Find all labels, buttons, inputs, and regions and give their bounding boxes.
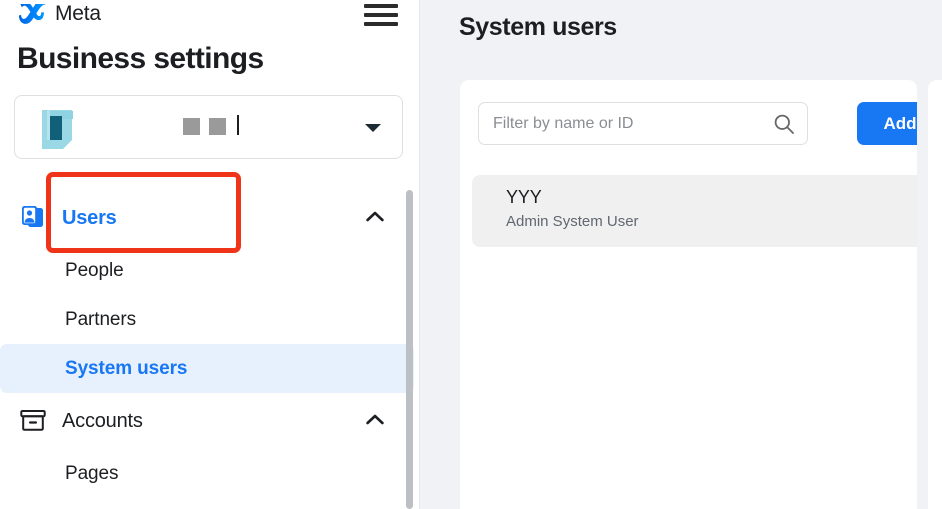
chevron-down-icon xyxy=(365,124,381,132)
system-user-role: Admin System User xyxy=(506,213,639,230)
hamburger-menu-icon[interactable] xyxy=(364,3,398,29)
search-input[interactable] xyxy=(478,102,808,145)
sidebar-group-label: Users xyxy=(62,206,117,229)
business-selector[interactable] xyxy=(14,95,403,159)
sidebar-item-pages[interactable]: Pages xyxy=(0,449,420,498)
text-caret xyxy=(237,114,239,135)
users-badge-icon xyxy=(18,203,48,233)
sidebar-item-label: Pages xyxy=(65,462,119,484)
sidebar-group-users[interactable]: Users xyxy=(0,190,420,246)
sidebar-group-accounts[interactable]: Accounts xyxy=(0,393,420,449)
business-settings-screen: Meta Business settings Users People Part… xyxy=(0,0,942,509)
sidebar-item-label: People xyxy=(65,259,124,281)
filter-field xyxy=(478,102,808,145)
business-avatar-icon xyxy=(42,110,73,149)
sidebar-item-people[interactable]: People xyxy=(0,246,420,295)
add-button[interactable]: Add xyxy=(857,102,917,145)
redaction-block xyxy=(209,118,226,135)
sidebar-item-label: System users xyxy=(65,357,188,379)
meta-infinity-icon xyxy=(18,4,46,24)
main-content: System users Add YYY Admin System User xyxy=(420,0,942,509)
business-name-redacted xyxy=(183,114,239,135)
redaction-block xyxy=(183,118,200,135)
sidebar-item-label: Partners xyxy=(65,308,137,330)
chevron-up-icon[interactable] xyxy=(366,412,384,430)
system-users-card: Add YYY Admin System User xyxy=(460,80,917,509)
sidebar-group-label: Accounts xyxy=(62,409,143,432)
sidebar-item-system-users[interactable]: System users xyxy=(0,344,414,393)
brand-row: Meta xyxy=(0,0,420,34)
chevron-up-icon[interactable] xyxy=(366,209,384,227)
main-heading: System users xyxy=(459,13,617,41)
archive-box-icon xyxy=(18,406,48,436)
page-title: Business settings xyxy=(17,42,264,75)
system-user-row[interactable]: YYY Admin System User xyxy=(472,175,917,247)
sidebar-nav: Users People Partners System users Accou… xyxy=(0,190,420,509)
system-user-name: YYY xyxy=(506,187,542,207)
meta-wordmark: Meta xyxy=(55,2,101,25)
detail-panel xyxy=(928,80,942,509)
sidebar-item-partners[interactable]: Partners xyxy=(0,295,420,344)
meta-logo: Meta xyxy=(18,2,101,26)
sidebar: Meta Business settings Users People Part… xyxy=(0,0,420,509)
sidebar-scrollbar[interactable] xyxy=(406,190,413,509)
